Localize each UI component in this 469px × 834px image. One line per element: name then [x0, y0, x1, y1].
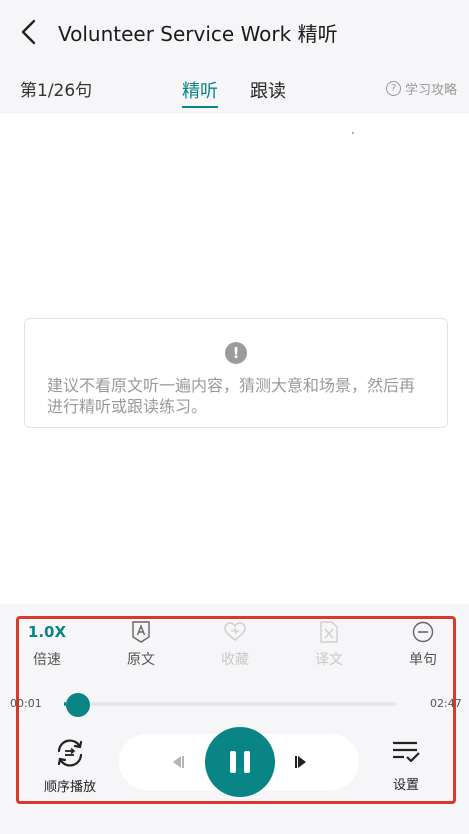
- tab-follow-reading[interactable]: 跟读: [250, 77, 286, 103]
- translation-label: 译文: [315, 652, 343, 668]
- play-mode-label: 顺序播放: [43, 780, 96, 795]
- settings-button[interactable]: 设置: [378, 738, 434, 793]
- play-mode-button[interactable]: 顺序播放: [40, 738, 100, 795]
- favorite-button[interactable]: 收藏: [205, 620, 265, 669]
- speed-button[interactable]: 1.0X 倍速: [17, 620, 77, 669]
- header-bar: Volunteer Service Work 精听 第1/26句 精听 跟读 ?…: [0, 0, 469, 114]
- speed-label: 倍速: [33, 652, 61, 668]
- total-time: 02:47: [430, 697, 462, 710]
- settings-label: 设置: [392, 778, 419, 793]
- dot-mark: [352, 132, 354, 134]
- page-title: Volunteer Service Work 精听: [58, 22, 338, 46]
- speed-value: 1.0X: [27, 623, 67, 641]
- letter-a-icon: [132, 621, 150, 643]
- next-icon[interactable]: [290, 750, 314, 774]
- single-sentence-button[interactable]: 单句: [393, 620, 453, 669]
- translate-doc-icon: [320, 621, 338, 643]
- favorite-label: 收藏: [221, 652, 249, 668]
- sentence-counter: 第1/26句: [20, 81, 93, 101]
- list-check-icon: [393, 741, 420, 763]
- progress-thumb[interactable]: [65, 693, 90, 717]
- exclamation-circle-icon: !: [225, 342, 247, 364]
- progress-track[interactable]: [64, 702, 396, 706]
- original-text-button[interactable]: 原文: [111, 620, 171, 669]
- tip-text: 建议不看原文听一遍内容，猜测大意和场景，然后再进行精听或跟读练习。: [47, 376, 416, 416]
- previous-icon[interactable]: [165, 750, 189, 774]
- heart-icon: [224, 622, 246, 641]
- single-sentence-label: 单句: [409, 652, 437, 668]
- study-guide-link[interactable]: ? 学习攻略: [385, 79, 457, 98]
- back-chevron-icon[interactable]: [18, 18, 40, 46]
- current-time: 00:01: [10, 697, 42, 710]
- study-guide-label: 学习攻略: [404, 83, 457, 98]
- pause-button[interactable]: [205, 727, 275, 797]
- sequential-loop-icon: [57, 739, 83, 767]
- original-text-label: 原文: [127, 652, 155, 668]
- minus-circle-icon: [412, 621, 434, 643]
- tip-card: ! 建议不看原文听一遍内容，猜测大意和场景，然后再进行精听或跟读练习。: [24, 318, 448, 428]
- translation-button[interactable]: 译文: [299, 620, 359, 669]
- tab-intensive-listening[interactable]: 精听: [182, 77, 218, 108]
- question-circle-icon: ?: [385, 81, 401, 96]
